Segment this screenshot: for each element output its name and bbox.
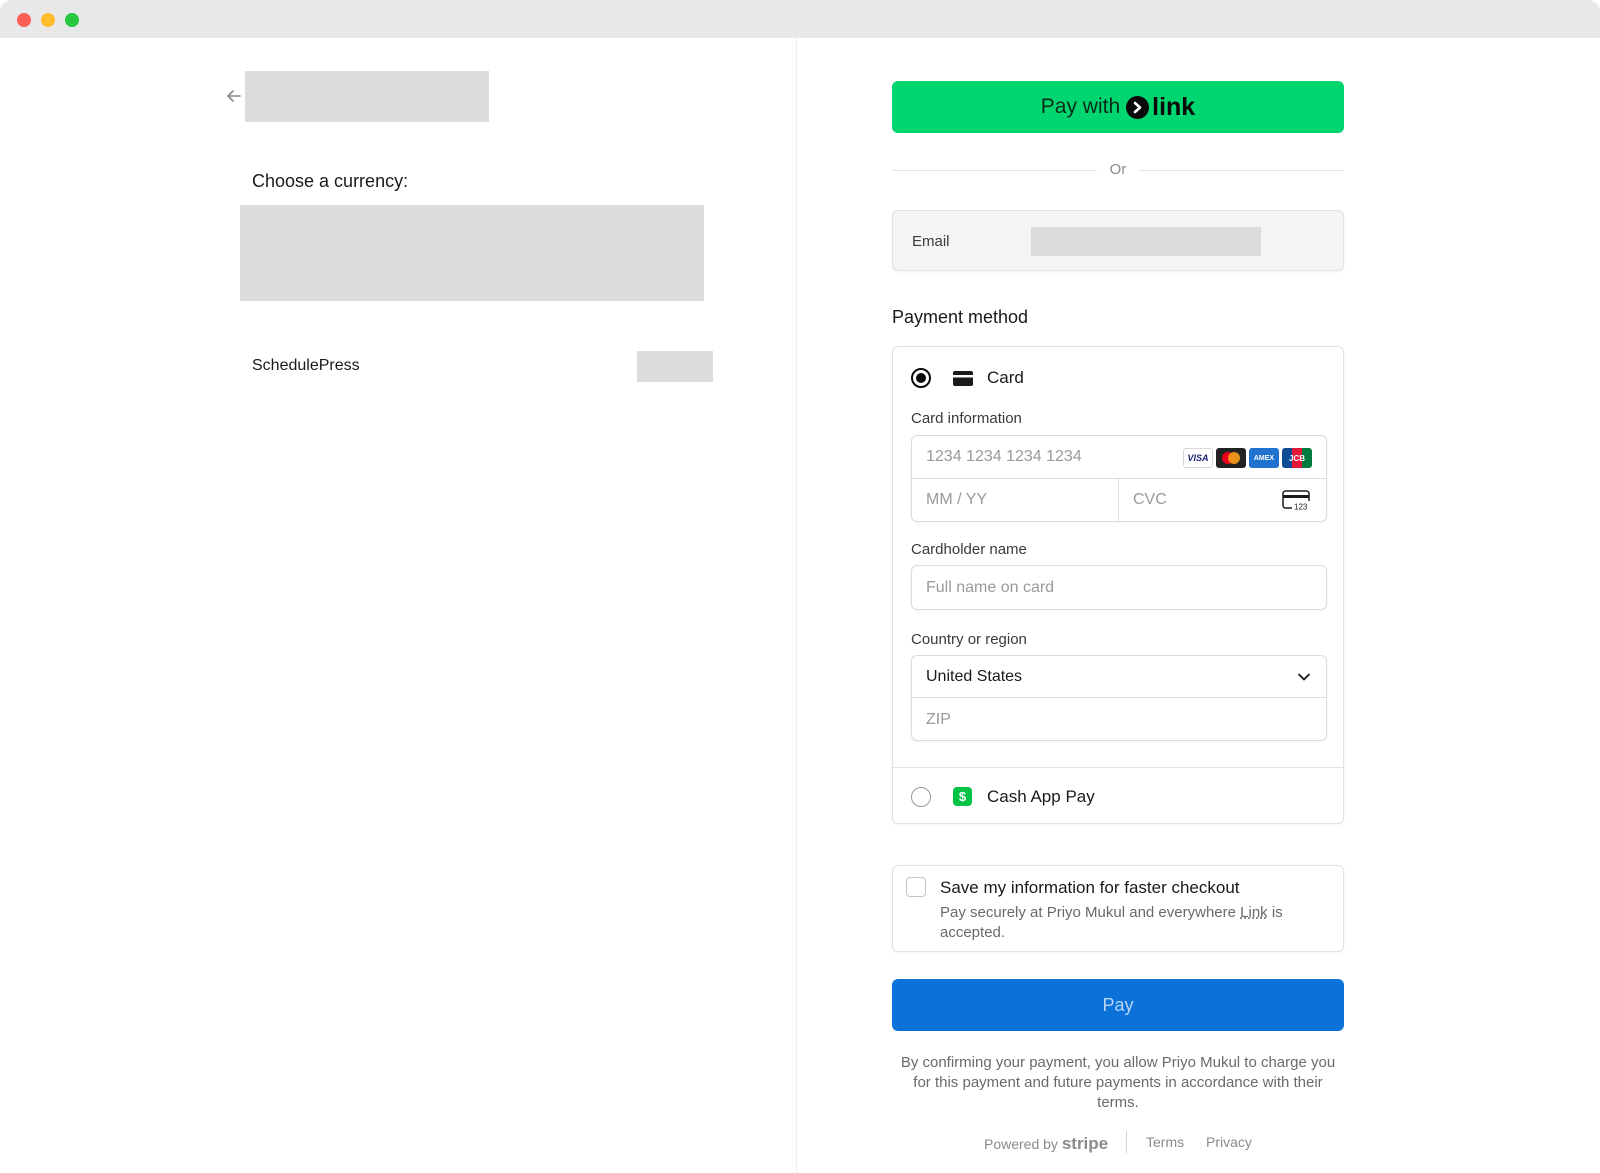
terms-link[interactable]: Terms (1146, 1134, 1184, 1150)
or-line-right (1139, 170, 1344, 171)
footer-separator (1126, 1131, 1127, 1153)
cvc-card-icon: 123 (1282, 490, 1311, 512)
minimize-window-button[interactable] (41, 13, 55, 27)
country-select[interactable]: United States (912, 656, 1326, 698)
title-bar (0, 0, 1600, 38)
cvc-placeholder: CVC (1133, 491, 1167, 508)
cardholder-name-input[interactable]: Full name on card (911, 565, 1327, 610)
country-region-label: Country or region (911, 631, 1027, 648)
footer: Powered by stripe Terms Privacy (797, 1131, 1437, 1155)
pay-with-link-button[interactable]: Pay with link (892, 81, 1344, 133)
product-name: SchedulePress (252, 357, 360, 374)
link-brand-text: link (1152, 92, 1196, 121)
save-info-box: Save my information for faster checkout … (892, 865, 1344, 952)
save-info-description: Pay securely at Priyo Mukul and everywhe… (940, 903, 1320, 943)
cardholder-name-label: Cardholder name (911, 541, 1027, 558)
stripe-logo: stripe (1061, 1134, 1109, 1153)
payment-method-separator (893, 767, 1343, 768)
privacy-link[interactable]: Privacy (1206, 1134, 1252, 1150)
checkout-window: Choose a currency: SchedulePress Pay wit… (0, 0, 1600, 1173)
expiry-field[interactable]: MM / YY (912, 479, 1119, 521)
zip-input[interactable]: ZIP (912, 699, 1326, 740)
payment-method-title: Payment method (892, 307, 1029, 327)
pay-button[interactable]: Pay (892, 979, 1344, 1031)
order-summary-pane: Choose a currency: SchedulePress (0, 38, 796, 1173)
currency-label: Choose a currency: (252, 171, 409, 191)
legal-text: By confirming your payment, you allow Pr… (900, 1054, 1336, 1111)
close-window-button[interactable] (17, 13, 31, 27)
cashapp-radio[interactable] (911, 787, 931, 807)
link-info-link[interactable]: Link (1240, 904, 1268, 921)
redacted-price (637, 351, 713, 382)
card-number-placeholder: 1234 1234 1234 1234 (926, 448, 1082, 465)
billing-address-group: United States ZIP (911, 655, 1327, 741)
amex-icon: AMEX (1249, 448, 1279, 468)
country-value: United States (926, 668, 1023, 685)
jcb-icon: JCB (1282, 448, 1312, 468)
or-separator: Or (892, 161, 1344, 181)
cvc-icon-text: 123 (1294, 503, 1308, 512)
cardholder-name-placeholder: Full name on card (926, 579, 1055, 596)
card-number-field[interactable]: 1234 1234 1234 1234 VISA AMEX JCB (912, 436, 1326, 479)
card-icon (953, 371, 973, 386)
zoom-window-button[interactable] (65, 13, 79, 27)
email-field[interactable]: Email (892, 210, 1344, 271)
link-button-prefix: Pay with (1040, 95, 1121, 118)
email-label: Email (912, 233, 950, 250)
visa-icon: VISA (1183, 448, 1213, 468)
cvc-field[interactable]: CVC 123 (1119, 479, 1326, 521)
payment-pane: Pay with link Or Email Payment method Ca… (797, 38, 1600, 1173)
zip-placeholder: ZIP (926, 711, 951, 728)
back-arrow-icon[interactable] (224, 86, 244, 106)
card-radio[interactable] (911, 368, 931, 388)
save-info-checkbox[interactable] (906, 877, 926, 897)
chevron-down-icon (1298, 673, 1310, 681)
save-info-title[interactable]: Save my information for faster checkout (940, 878, 1240, 898)
redacted-email-value (1031, 227, 1261, 256)
link-chevron-icon (1126, 95, 1150, 119)
redacted-currency-selector[interactable] (240, 205, 704, 301)
mastercard-icon (1216, 448, 1246, 468)
powered-by-stripe[interactable]: Powered by stripe (984, 1134, 1108, 1154)
card-brand-logos: VISA AMEX JCB (1183, 448, 1312, 468)
payment-method-box: Card Card information 1234 1234 1234 123… (892, 346, 1344, 824)
redacted-merchant-name (245, 71, 489, 122)
link-logo: link (1126, 93, 1195, 122)
expiry-placeholder: MM / YY (926, 491, 988, 508)
powered-by-text: Powered by (984, 1136, 1058, 1152)
save-info-desc-prefix: Pay securely at Priyo Mukul and everywhe… (940, 904, 1236, 921)
cashapp-icon: $ (953, 787, 972, 806)
card-option-label: Card (987, 368, 1024, 387)
card-information-label: Card information (911, 410, 1022, 427)
card-information-group: 1234 1234 1234 1234 VISA AMEX JCB MM / Y… (911, 435, 1327, 522)
cashapp-option-label[interactable]: Cash App Pay (987, 787, 1095, 807)
